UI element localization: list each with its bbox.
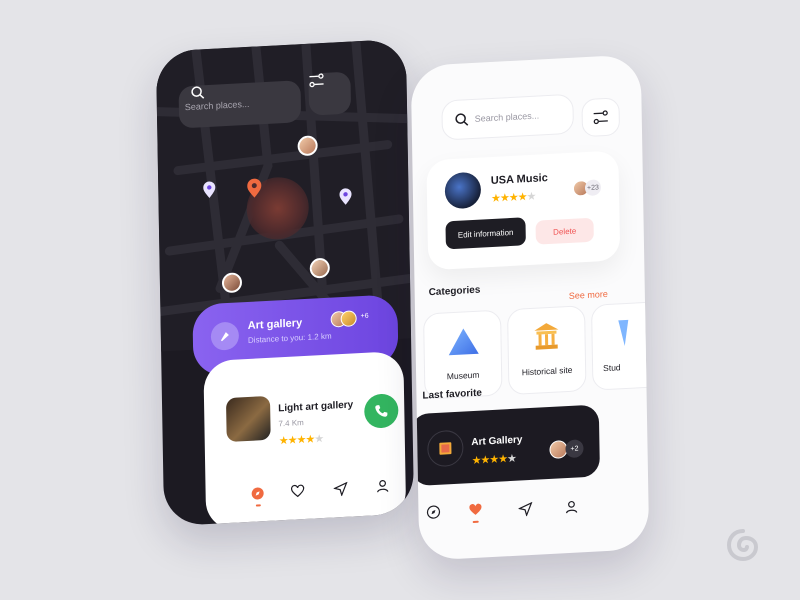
location-pin-icon[interactable]	[338, 187, 352, 206]
delete-button[interactable]: Delete	[535, 217, 594, 245]
rating-stars: ★★★★★	[471, 452, 517, 468]
art-frame-icon	[427, 429, 464, 468]
place-detail-card[interactable]: Light art gallery 7.4 Km ★★★★★	[203, 350, 407, 527]
location-pin-icon	[247, 178, 262, 198]
right-phone: Search places... USA Music ★★★★★ +23 Edi…	[410, 54, 650, 561]
place-title: Light art gallery	[278, 399, 354, 415]
search-input[interactable]: Search places...	[475, 110, 540, 123]
category-historical-site[interactable]: Historical site	[507, 305, 587, 396]
favorite-item-title: Art Gallery	[471, 434, 523, 449]
heart-icon[interactable]	[291, 484, 305, 499]
nearby-place-title: Art gallery	[247, 317, 303, 332]
active-indicator	[472, 520, 479, 524]
filter-button[interactable]	[581, 97, 621, 138]
category-label: Stud	[603, 362, 621, 374]
user-icon[interactable]	[564, 499, 578, 514]
search-bar[interactable]: Search places...	[441, 93, 574, 141]
bottom-nav	[418, 484, 649, 536]
profile-card[interactable]: USA Music ★★★★★ +23 Edit information Del…	[426, 150, 621, 271]
nearby-place-distance: Distance to you: 1.2 km	[247, 331, 332, 345]
active-indicator	[255, 504, 261, 507]
rating-stars: ★★★★★	[278, 433, 324, 448]
edit-information-button[interactable]: Edit information	[445, 217, 526, 250]
send-icon[interactable]	[333, 481, 348, 497]
studio-icon	[618, 319, 629, 347]
search-bar[interactable]: Search places...	[178, 80, 302, 129]
send-icon[interactable]	[518, 501, 533, 517]
music-cover-image	[444, 171, 482, 210]
last-favorite-title: Last favorite	[422, 387, 483, 402]
search-icon	[191, 86, 205, 99]
left-phone: Search places... Art gallery Distance to…	[155, 38, 415, 527]
gallery-thumbnail	[225, 395, 271, 443]
compass-icon[interactable]	[426, 505, 441, 520]
historical-building-icon	[534, 323, 559, 350]
museum-triangle-icon	[448, 328, 479, 356]
extra-visitors-count: +6	[360, 312, 369, 321]
place-distance: 7.4 Km	[278, 418, 304, 429]
heart-icon[interactable]	[468, 503, 482, 518]
art-brush-icon	[210, 321, 240, 351]
compass-icon[interactable]	[251, 486, 265, 501]
followers-count: +23	[584, 179, 602, 197]
rating-stars: ★★★★★	[490, 190, 536, 206]
location-pin-icon[interactable]	[202, 181, 216, 200]
call-button[interactable]	[364, 393, 399, 429]
category-studio[interactable]: Stud	[590, 300, 650, 391]
avatar	[340, 310, 357, 328]
category-label: Museum	[446, 369, 480, 382]
phone-icon	[375, 405, 388, 417]
sliders-icon	[309, 73, 324, 88]
search-input[interactable]: Search places...	[185, 99, 250, 112]
extra-count: +2	[565, 439, 584, 459]
search-icon	[455, 113, 469, 126]
categories-title: Categories	[428, 284, 481, 299]
bottom-nav	[205, 473, 405, 513]
filter-button[interactable]	[308, 71, 352, 116]
profile-title: USA Music	[490, 172, 548, 188]
category-label: Historical site	[521, 364, 573, 378]
brand-logo-icon	[726, 529, 759, 562]
category-museum[interactable]: Museum	[423, 309, 503, 400]
user-icon[interactable]	[376, 479, 390, 494]
see-more-link[interactable]: See more	[569, 289, 608, 301]
favorite-card[interactable]: Art Gallery ★★★★★ +2	[410, 404, 601, 487]
sliders-icon	[593, 110, 608, 125]
